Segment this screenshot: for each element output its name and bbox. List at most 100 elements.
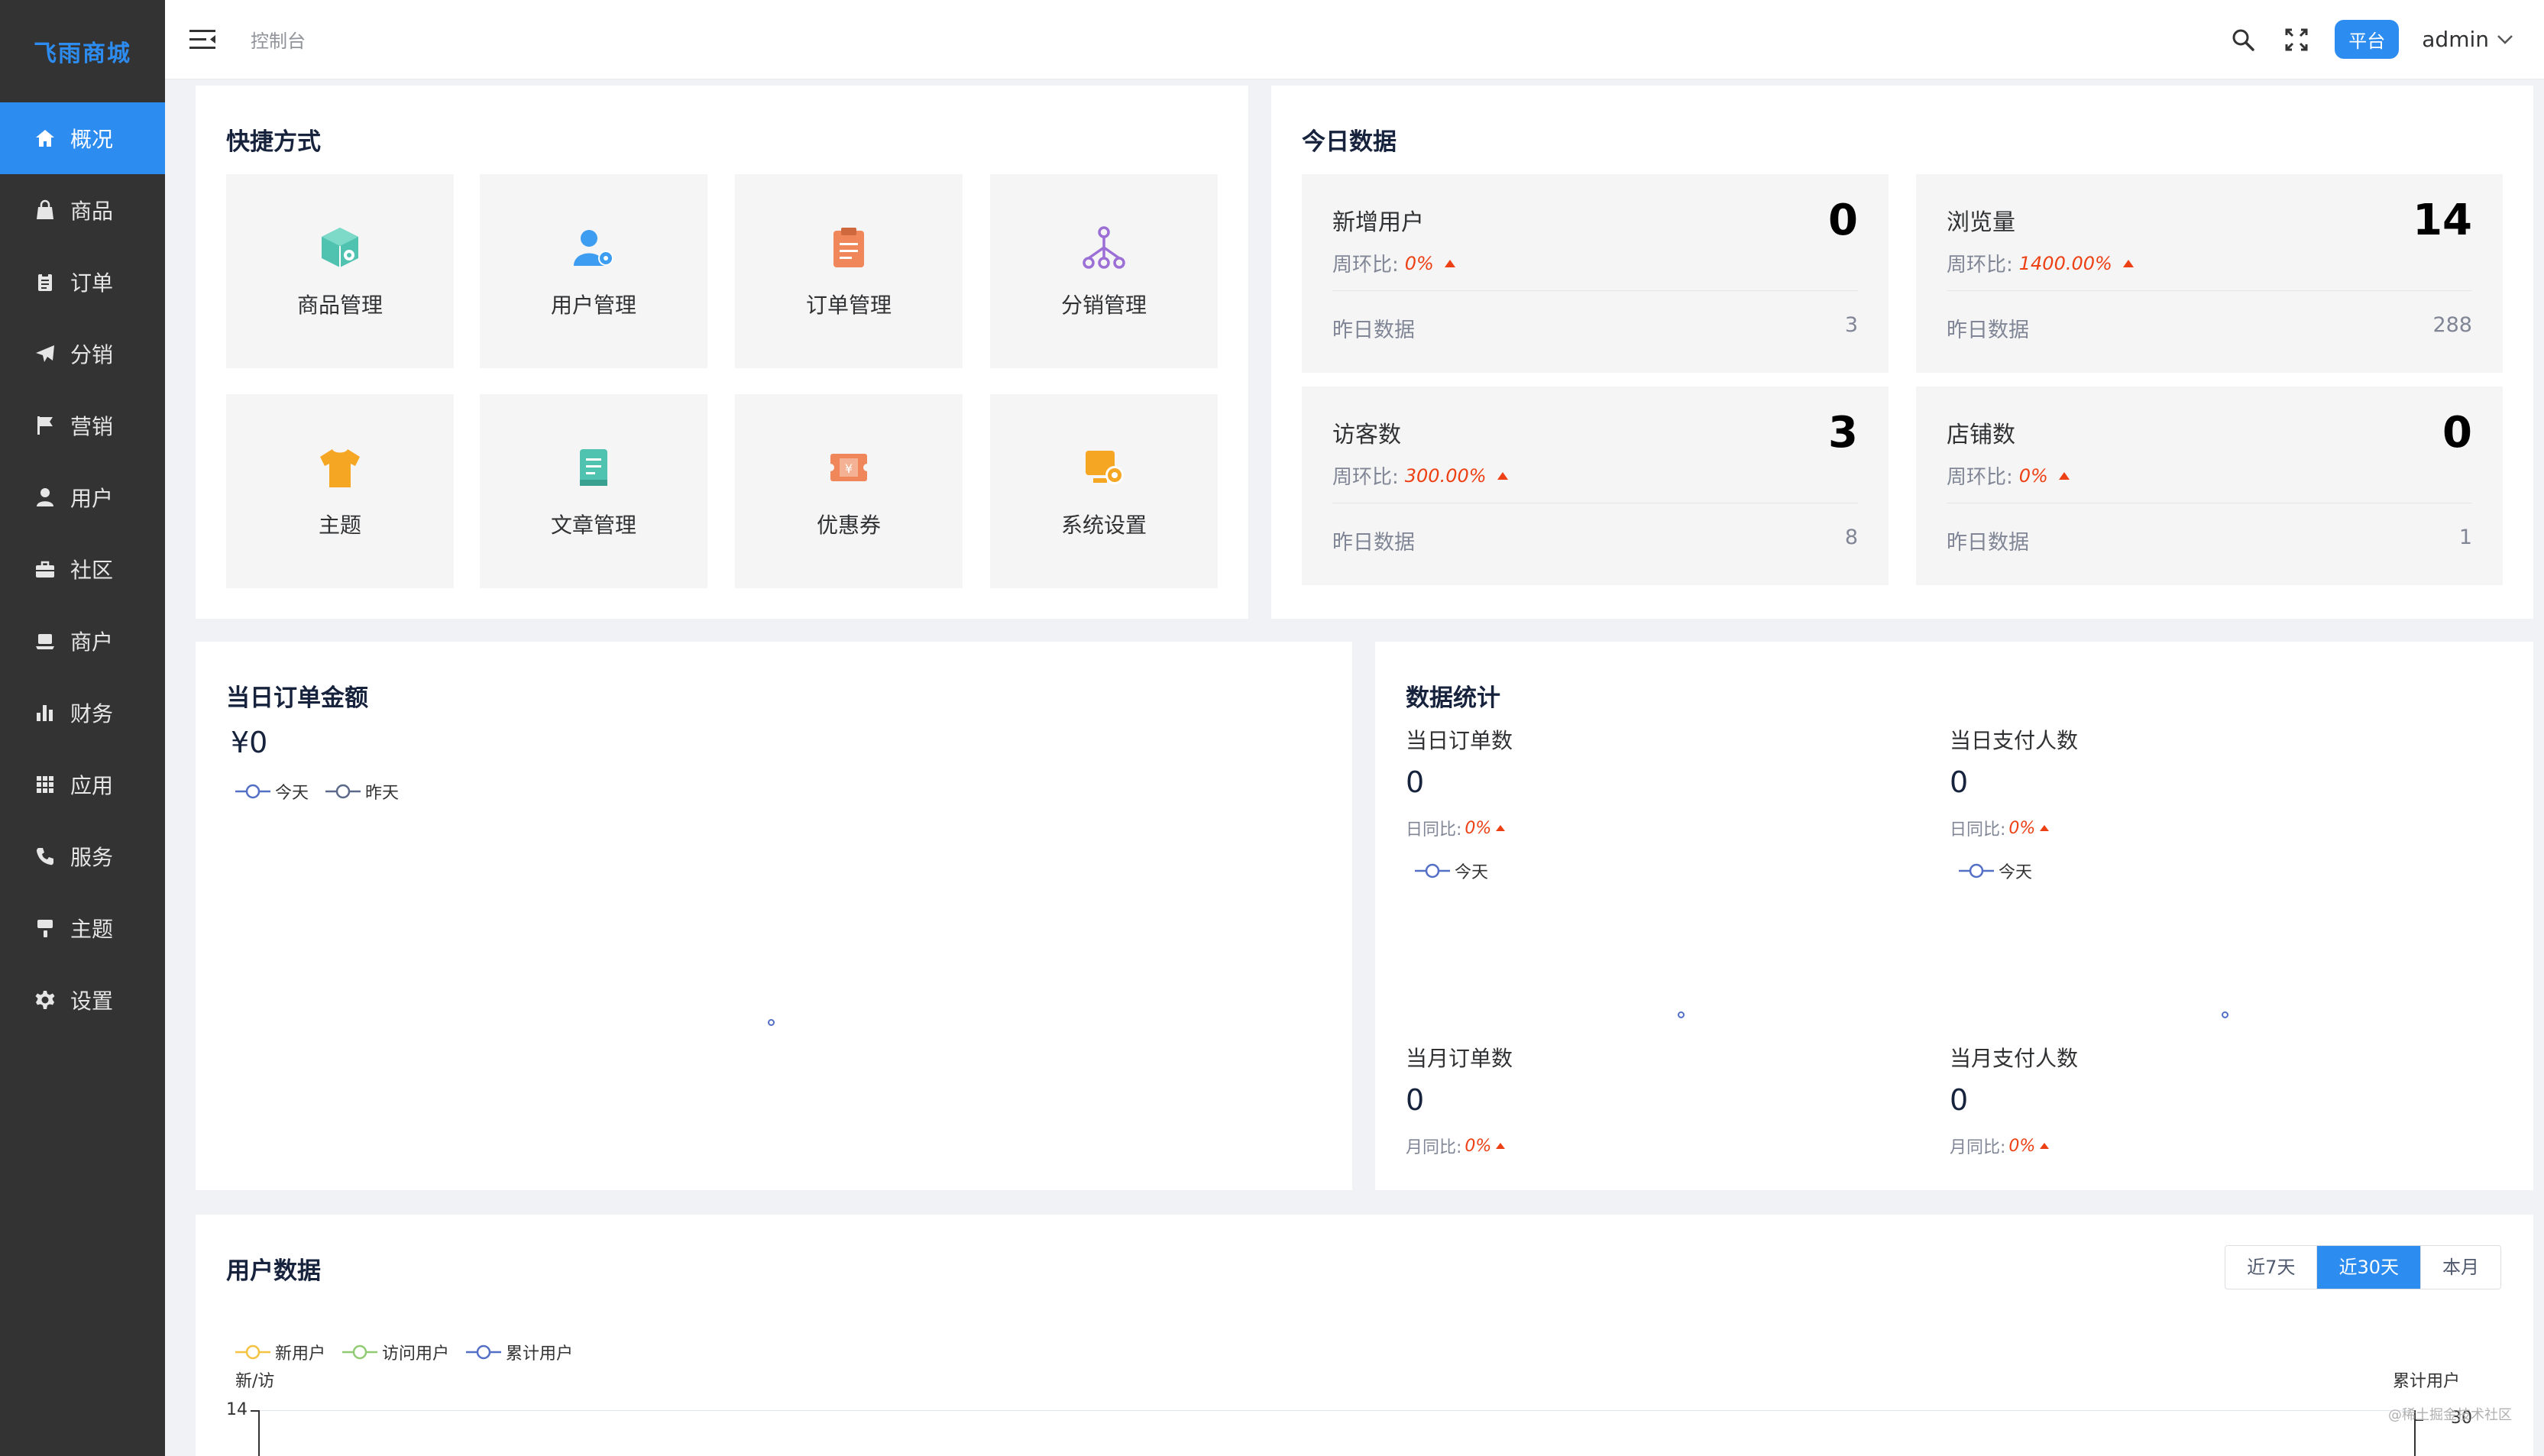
sidebar-item-0[interactable]: 概况 [0,102,165,174]
ratio-label: 周环比: [1947,466,2013,489]
cell-label: 当月支付人数 [1950,1046,2079,1071]
range-option-1[interactable]: 近30天 [2316,1246,2420,1289]
brush-icon [34,917,57,940]
ratio-value: 0% [2008,1136,2036,1156]
sidebar-item-1[interactable]: 商品 [0,174,165,246]
chart-data-point [1678,1011,1685,1018]
ratio-value: 1400.00% [2018,252,2112,274]
sidebar-item-label: 主题 [70,917,114,942]
legend-item-yesterday[interactable]: 昨天 [325,779,399,804]
legend-label: 新用户 [275,1344,326,1364]
divider [1947,290,2472,291]
search-icon[interactable] [2228,24,2258,55]
cell-legend[interactable]: 今天 [1415,859,1505,883]
fullscreen-icon[interactable] [2281,24,2312,55]
sidebar-item-8[interactable]: 财务 [0,677,165,749]
left-axis-label: 新/访 [235,1372,275,1391]
legend-item-0[interactable]: 新用户 [235,1340,325,1364]
cell-ratio: 月同比: 0% [1950,1134,2050,1158]
range-option-0[interactable]: 近7天 [2225,1246,2316,1289]
legend-line-icon [235,1344,270,1360]
ratio-label: 周环比: [1332,254,1399,277]
ratio-label: 月同比: [1950,1138,2006,1157]
up-arrow-icon [1496,825,1506,831]
yesterday-label: 昨日数据 [1947,531,2029,555]
legend-item-2[interactable]: 累计用户 [466,1340,573,1364]
sidebar-item-2[interactable]: 订单 [0,246,165,318]
sidebar-item-5[interactable]: 用户 [0,461,165,533]
sidebar-item-label: 概况 [70,127,114,152]
sidebar-item-label: 分销 [70,342,114,367]
cell-legend[interactable]: 今天 [1959,859,2049,883]
sidebar-item-9[interactable]: 应用 [0,749,165,820]
menu-toggle-icon[interactable] [189,24,220,55]
quick-tile-1[interactable]: 用户管理 [480,174,707,368]
legend-label: 今天 [1999,863,2033,882]
chart-data-point [768,1019,775,1026]
ratio-value: 0% [1465,1136,1492,1156]
sidebar-item-4[interactable]: 营销 [0,390,165,461]
quick-tile-6[interactable]: ¥ 优惠券 [735,394,963,588]
legend-line-icon [342,1344,378,1360]
breadcrumb[interactable]: 控制台 [251,26,306,53]
sidebar-item-12[interactable]: 设置 [0,964,165,1036]
data-stats-title: 数据统计 [1406,684,1500,712]
ratio-value: 0% [1465,818,1492,838]
order-amount-value: ¥0 [231,726,268,759]
phone-icon [34,845,57,868]
quick-tile-label: 订单管理 [805,293,892,318]
gear-icon [34,988,57,1011]
cell-label: 当月订单数 [1406,1046,1513,1071]
sidebar-item-3[interactable]: 分销 [0,318,165,390]
sidebar-item-11[interactable]: 主题 [0,892,165,964]
legend-label: 今天 [275,784,309,803]
cell-value: 0 [1950,765,1969,799]
legend-item-1[interactable]: 访问用户 [342,1340,449,1364]
up-arrow-icon [2058,471,2070,480]
ratio-label: 周环比: [1332,466,1399,489]
grid-icon [34,773,57,796]
order-amount-card: 当日订单金额 ¥0 今天 昨天 [196,642,1352,1190]
quick-tile-3[interactable]: 分销管理 [990,174,1218,368]
quick-tile-label: 主题 [318,513,361,538]
sidebar-item-label: 用户 [70,486,114,511]
yesterday-label: 昨日数据 [1947,319,2029,342]
chevron-down-icon [2497,34,2513,44]
stat-box-3: 店铺数 0 周环比: 0% 昨日数据 1 [1916,387,2503,585]
system-settings-icon [1079,443,1128,492]
network-icon [1079,223,1128,272]
cube-icon [316,223,364,272]
today-data-title: 今日数据 [1302,128,1397,156]
range-option-2[interactable]: 本月 [2420,1246,2500,1289]
order-amount-title: 当日订单金额 [226,684,368,712]
sidebar-item-10[interactable]: 服务 [0,820,165,892]
send-icon [34,342,57,365]
up-arrow-icon [1497,471,1508,480]
home-icon [34,127,57,150]
legend-item-today[interactable]: 今天 [235,779,309,804]
up-arrow-icon [1444,259,1455,267]
quick-tile-4[interactable]: 主题 [226,394,454,588]
app-logo[interactable]: 飞雨商城 [0,0,165,102]
stat-title: 新增用户 [1332,209,1424,236]
stat-value: 0 [1828,196,1858,245]
yesterday-value: 8 [1844,526,1858,549]
left-axis-max: 14 [226,1400,248,1419]
quick-tile-2[interactable]: 订单管理 [735,174,963,368]
sidebar-item-7[interactable]: 商户 [0,605,165,677]
cell-label: 当日订单数 [1406,728,1513,753]
bag-icon [34,199,57,222]
quick-tile-7[interactable]: 系统设置 [990,394,1218,588]
stat-ratio: 周环比: 0% [1332,249,1455,277]
quick-tile-0[interactable]: 商品管理 [226,174,454,368]
platform-badge[interactable]: 平台 [2335,20,2400,59]
legend-line-icon [325,784,361,799]
range-selector: 近7天 近30天 本月 [2225,1245,2501,1289]
quick-tile-5[interactable]: 文章管理 [480,394,707,588]
user-menu[interactable]: admin [2422,27,2513,52]
sidebar-item-6[interactable]: 社区 [0,533,165,605]
sidebar-item-label: 设置 [70,988,114,1014]
cell-ratio: 日同比: 0% [1950,816,2050,840]
sidebar-item-label: 商户 [70,629,114,655]
yesterday-label: 昨日数据 [1332,531,1415,555]
